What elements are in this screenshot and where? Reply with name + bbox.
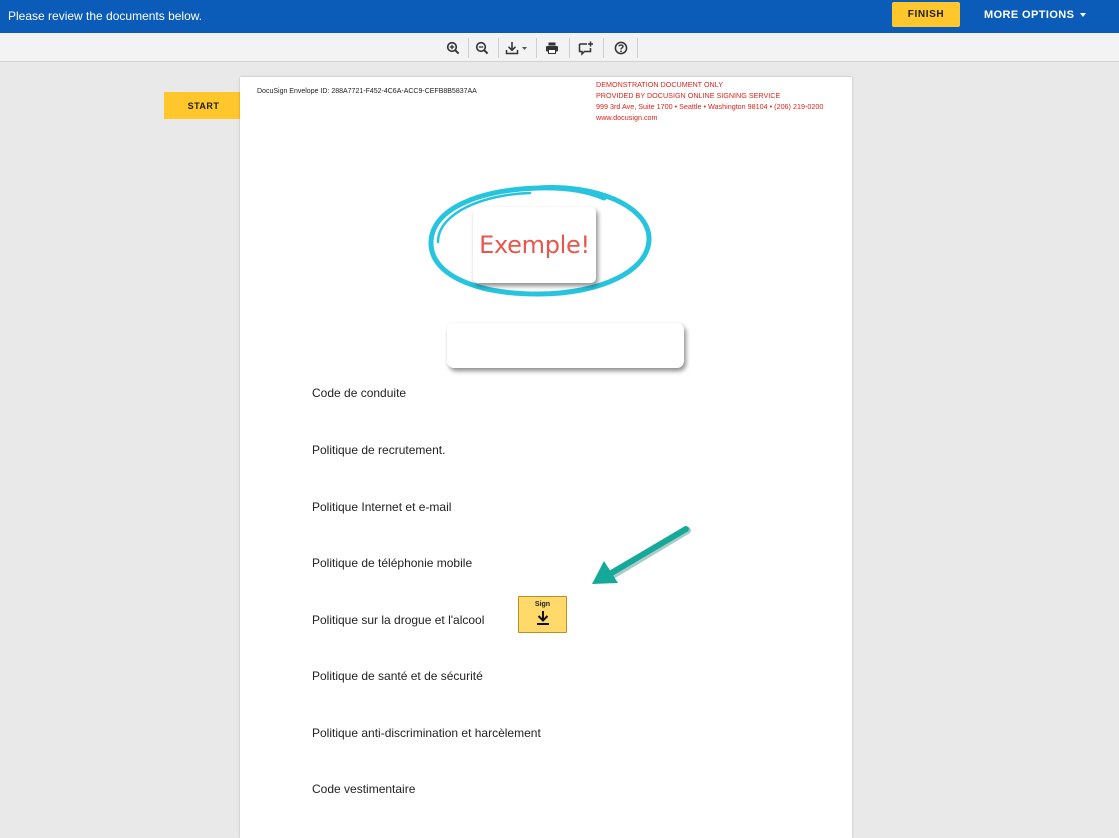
demo-line: PROVIDED BY DOCUSIGN ONLINE SIGNING SERV… <box>596 91 781 100</box>
comment-button[interactable] <box>577 38 595 58</box>
print-button[interactable] <box>543 38 561 58</box>
start-button[interactable]: START <box>164 92 243 119</box>
policy-item: Politique anti-discrimination et harcèle… <box>312 726 541 740</box>
policy-item: Code de conduite <box>312 386 407 400</box>
download-icon <box>505 42 527 55</box>
toolbar-divider <box>569 38 570 58</box>
review-message: Please review the documents below. <box>8 9 203 23</box>
policy-item: Politique de santé et de sécurité <box>312 669 483 683</box>
download-button[interactable] <box>504 38 530 58</box>
finish-button[interactable]: FINISH <box>892 2 960 27</box>
demo-line: 999 3rd Ave, Suite 1700 • Seattle • Wash… <box>596 102 824 111</box>
document-toolbar <box>0 33 1119 62</box>
toolbar-divider <box>603 38 604 58</box>
help-icon <box>614 41 628 55</box>
document-page: DocuSign Envelope ID: 288A7721-F452-4C6A… <box>240 77 852 838</box>
zoom-in-icon <box>446 41 460 55</box>
help-button[interactable] <box>612 38 630 58</box>
blank-card <box>447 323 684 368</box>
demo-line: DEMONSTRATION DOCUMENT ONLY <box>596 80 723 89</box>
toolbar-divider <box>468 38 469 58</box>
print-icon <box>546 42 558 54</box>
sign-label: Sign <box>534 601 551 608</box>
comment-icon <box>578 41 593 56</box>
download-arrow-icon <box>536 611 549 625</box>
top-bar: Please review the documents below. FINIS… <box>0 0 1119 33</box>
zoom-in-button[interactable] <box>444 38 462 58</box>
sign-here-tab[interactable]: Sign <box>518 596 567 633</box>
policy-item: Politique de recrutement. <box>312 443 446 457</box>
policy-item: Politique sur la drogue et l'alcool <box>312 613 485 627</box>
zoom-out-icon <box>475 41 489 55</box>
demo-line: www.docusign.com <box>596 113 658 122</box>
pointer-arrow-icon <box>592 526 691 584</box>
example-label: Exemple! <box>479 231 590 259</box>
toolbar-divider <box>498 38 499 58</box>
more-options-menu[interactable]: MORE OPTIONS <box>984 9 1087 21</box>
zoom-out-button[interactable] <box>473 38 491 58</box>
demo-notice: DEMONSTRATION DOCUMENT ONLY PROVIDED BY … <box>596 79 823 123</box>
toolbar-divider <box>536 38 537 58</box>
envelope-id: DocuSign Envelope ID: 288A7721-F452-4C6A… <box>257 88 477 95</box>
example-card: Exemple! <box>473 207 596 283</box>
policy-item: Politique Internet et e-mail <box>312 500 452 514</box>
more-options-label: MORE OPTIONS <box>984 9 1075 21</box>
toolbar-divider <box>637 38 638 58</box>
policy-item: Politique de téléphonie mobile <box>312 556 473 570</box>
policy-item: Code vestimentaire <box>312 782 416 796</box>
caret-down-icon <box>1080 13 1087 17</box>
